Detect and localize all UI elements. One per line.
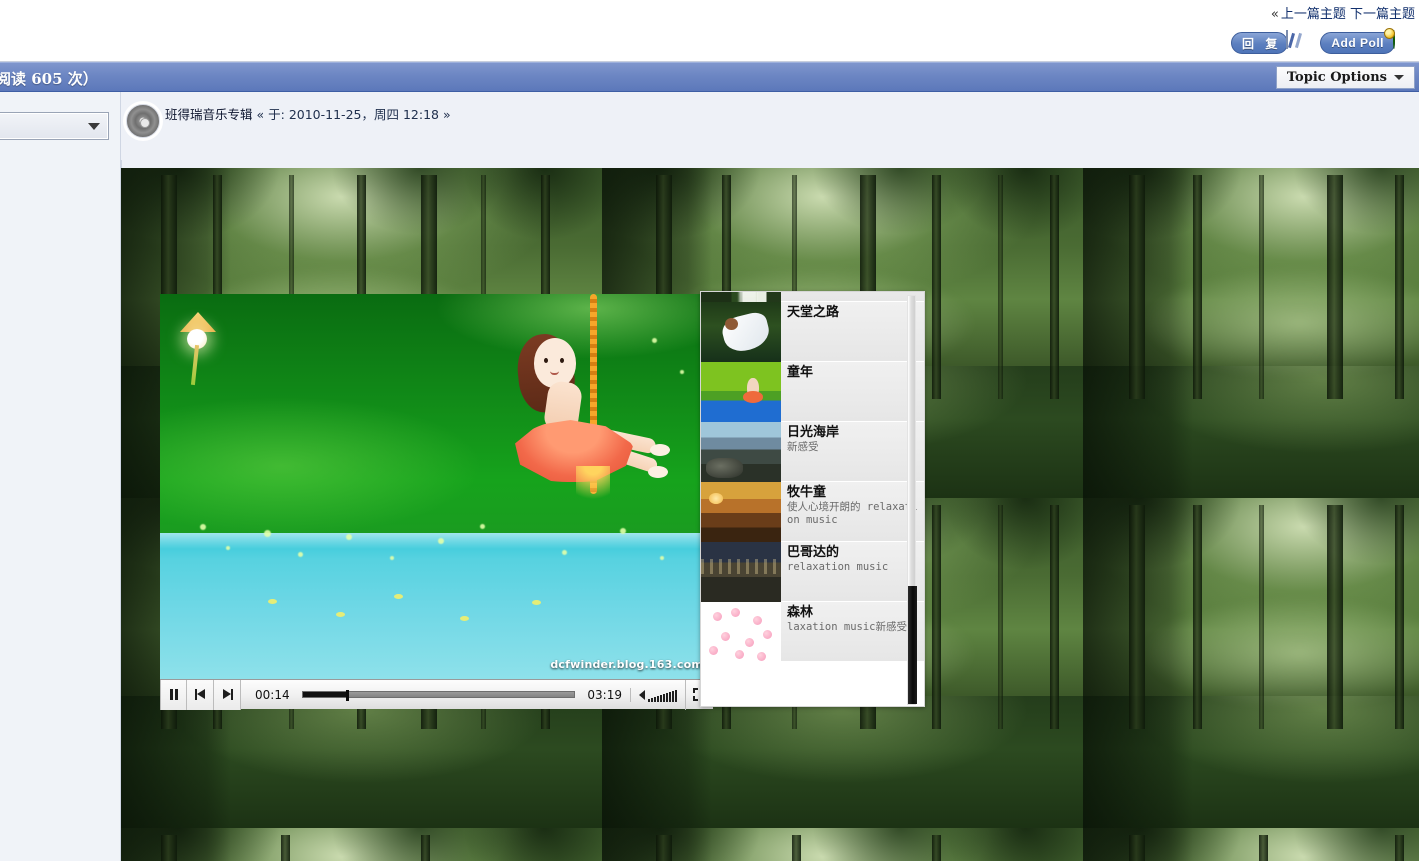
post-meta: 班得瑞音乐专辑 « 于: 2010-11-25，周四 12:18 » [165, 104, 451, 123]
total-time: 03:19 [587, 687, 622, 702]
playlist-item-subtitle: 使人心境开朗的 relaxation music [787, 501, 918, 526]
seek-bar[interactable] [301, 690, 576, 701]
chevron-down-icon [88, 122, 100, 130]
next-track-button[interactable] [214, 679, 241, 710]
content-shell: 班得瑞音乐专辑 « 于: 2010-11-25，周四 12:18 » dcfwi… [0, 92, 1419, 861]
sidebar-select[interactable] [0, 112, 109, 140]
list-item[interactable] [701, 292, 924, 327]
seek-handle[interactable] [346, 690, 350, 701]
action-button-row: 回 复 Add Poll [1230, 30, 1419, 56]
video-watermark: dcfwinder.blog.163.com [550, 658, 703, 671]
lantern-illustration [178, 312, 218, 386]
volume-icon [639, 689, 645, 700]
current-time: 00:14 [255, 687, 290, 702]
pause-button[interactable] [160, 679, 187, 710]
prev-chevron-icon: « [1270, 7, 1279, 22]
next-topic-link[interactable]: 下一篇主题 [1350, 7, 1415, 22]
post-header: 班得瑞音乐专辑 « 于: 2010-11-25，周四 12:18 » [121, 92, 1419, 160]
playlist-item-subtitle: 新感受 [787, 441, 819, 453]
topic-bar: 阅读 605 次） Topic Options [0, 62, 1419, 92]
video-player[interactable]: dcfwinder.blog.163.com 00:14 03:19 [160, 294, 713, 710]
video-canvas[interactable]: dcfwinder.blog.163.com [160, 294, 713, 679]
topic-navigation-links: «上一篇主题 下一篇主题 [1271, 3, 1415, 22]
page-title: 阅读 605 次） [0, 70, 98, 88]
add-poll-button-group[interactable]: Add Poll [1320, 30, 1419, 55]
playlist-item-title: 日光海岸 [787, 425, 840, 440]
reply-button-group[interactable]: 回 复 [1230, 30, 1312, 55]
post-date-value: 2010-11-25，周四 12:18 [288, 107, 439, 122]
top-strip: «上一篇主题 下一篇主题 回 复 Add Poll [0, 0, 1419, 62]
playlist-item-title: 天堂之路 [787, 305, 840, 320]
playlist-thumbnail [701, 482, 781, 542]
reply-button[interactable]: 回 复 [1230, 32, 1289, 54]
pause-icon [169, 689, 179, 700]
playlist-item-title: 牧牛童 [787, 485, 827, 500]
volume-control[interactable] [630, 687, 685, 702]
forest-tile [1083, 828, 1419, 861]
playlist-thumbnail [701, 422, 781, 482]
list-item[interactable]: 森林 laxation music新感受 [701, 602, 924, 662]
playlist-items: 天堂之路 童年 日光海岸 新感受 牧牛童 使人心境开朗的 relaxation … [701, 292, 924, 662]
playlist-thumbnail [701, 542, 781, 602]
avatar [126, 104, 160, 138]
topic-options-button[interactable]: Topic Options [1275, 66, 1415, 89]
post-date: « 于: [256, 107, 285, 122]
playlist-item-subtitle: laxation music新感受 [787, 621, 908, 633]
list-item[interactable]: 巴哥达的 relaxation music [701, 542, 924, 602]
list-item[interactable]: 牧牛童 使人心境开朗的 relaxation music [701, 482, 924, 542]
list-item[interactable]: 日光海岸 新感受 [701, 422, 924, 482]
forest-tile [602, 828, 1083, 861]
left-sidebar-column [0, 92, 121, 861]
previous-track-icon [194, 689, 206, 700]
prev-topic-link[interactable]: 上一篇主题 [1281, 7, 1346, 22]
playlist-item-title: 童年 [787, 365, 814, 380]
playlist-scrollbar-thumb[interactable] [908, 586, 917, 704]
forest-tile [1083, 168, 1419, 498]
forest-tile [121, 828, 602, 861]
playlist-panel[interactable]: 天堂之路 童年 日光海岸 新感受 牧牛童 使人心境开朗的 relaxation … [700, 291, 925, 707]
girl-on-swing-illustration [490, 294, 680, 531]
chevron-down-icon [1394, 75, 1404, 80]
list-item[interactable]: 天堂之路 [701, 302, 924, 362]
poll-ball-icon [1393, 30, 1419, 55]
playlist-item-title: 森林 [787, 605, 814, 620]
topic-options-label: Topic Options [1286, 70, 1387, 85]
list-item[interactable]: 童年 [701, 362, 924, 422]
pencil-icon [1286, 30, 1312, 55]
page-root: «上一篇主题 下一篇主题 回 复 Add Poll 阅读 605 次） Topi… [0, 0, 1419, 861]
playlist-scrollbar[interactable] [907, 295, 917, 705]
next-track-icon [222, 689, 233, 700]
forest-tile [1083, 498, 1419, 828]
playlist-thumbnail [701, 302, 781, 362]
playlist-thumbnail [701, 362, 781, 422]
previous-track-button[interactable] [187, 679, 214, 710]
playlist-item-title: 巴哥达的 [787, 545, 840, 560]
post-date-suffix: » [442, 107, 451, 122]
playlist-thumbnail [701, 602, 781, 662]
post-author[interactable]: 班得瑞音乐专辑 [165, 107, 253, 122]
playlist-item-subtitle: relaxation music [787, 561, 889, 573]
player-control-bar: 00:14 03:19 [160, 679, 713, 710]
seek-progress [302, 692, 347, 697]
